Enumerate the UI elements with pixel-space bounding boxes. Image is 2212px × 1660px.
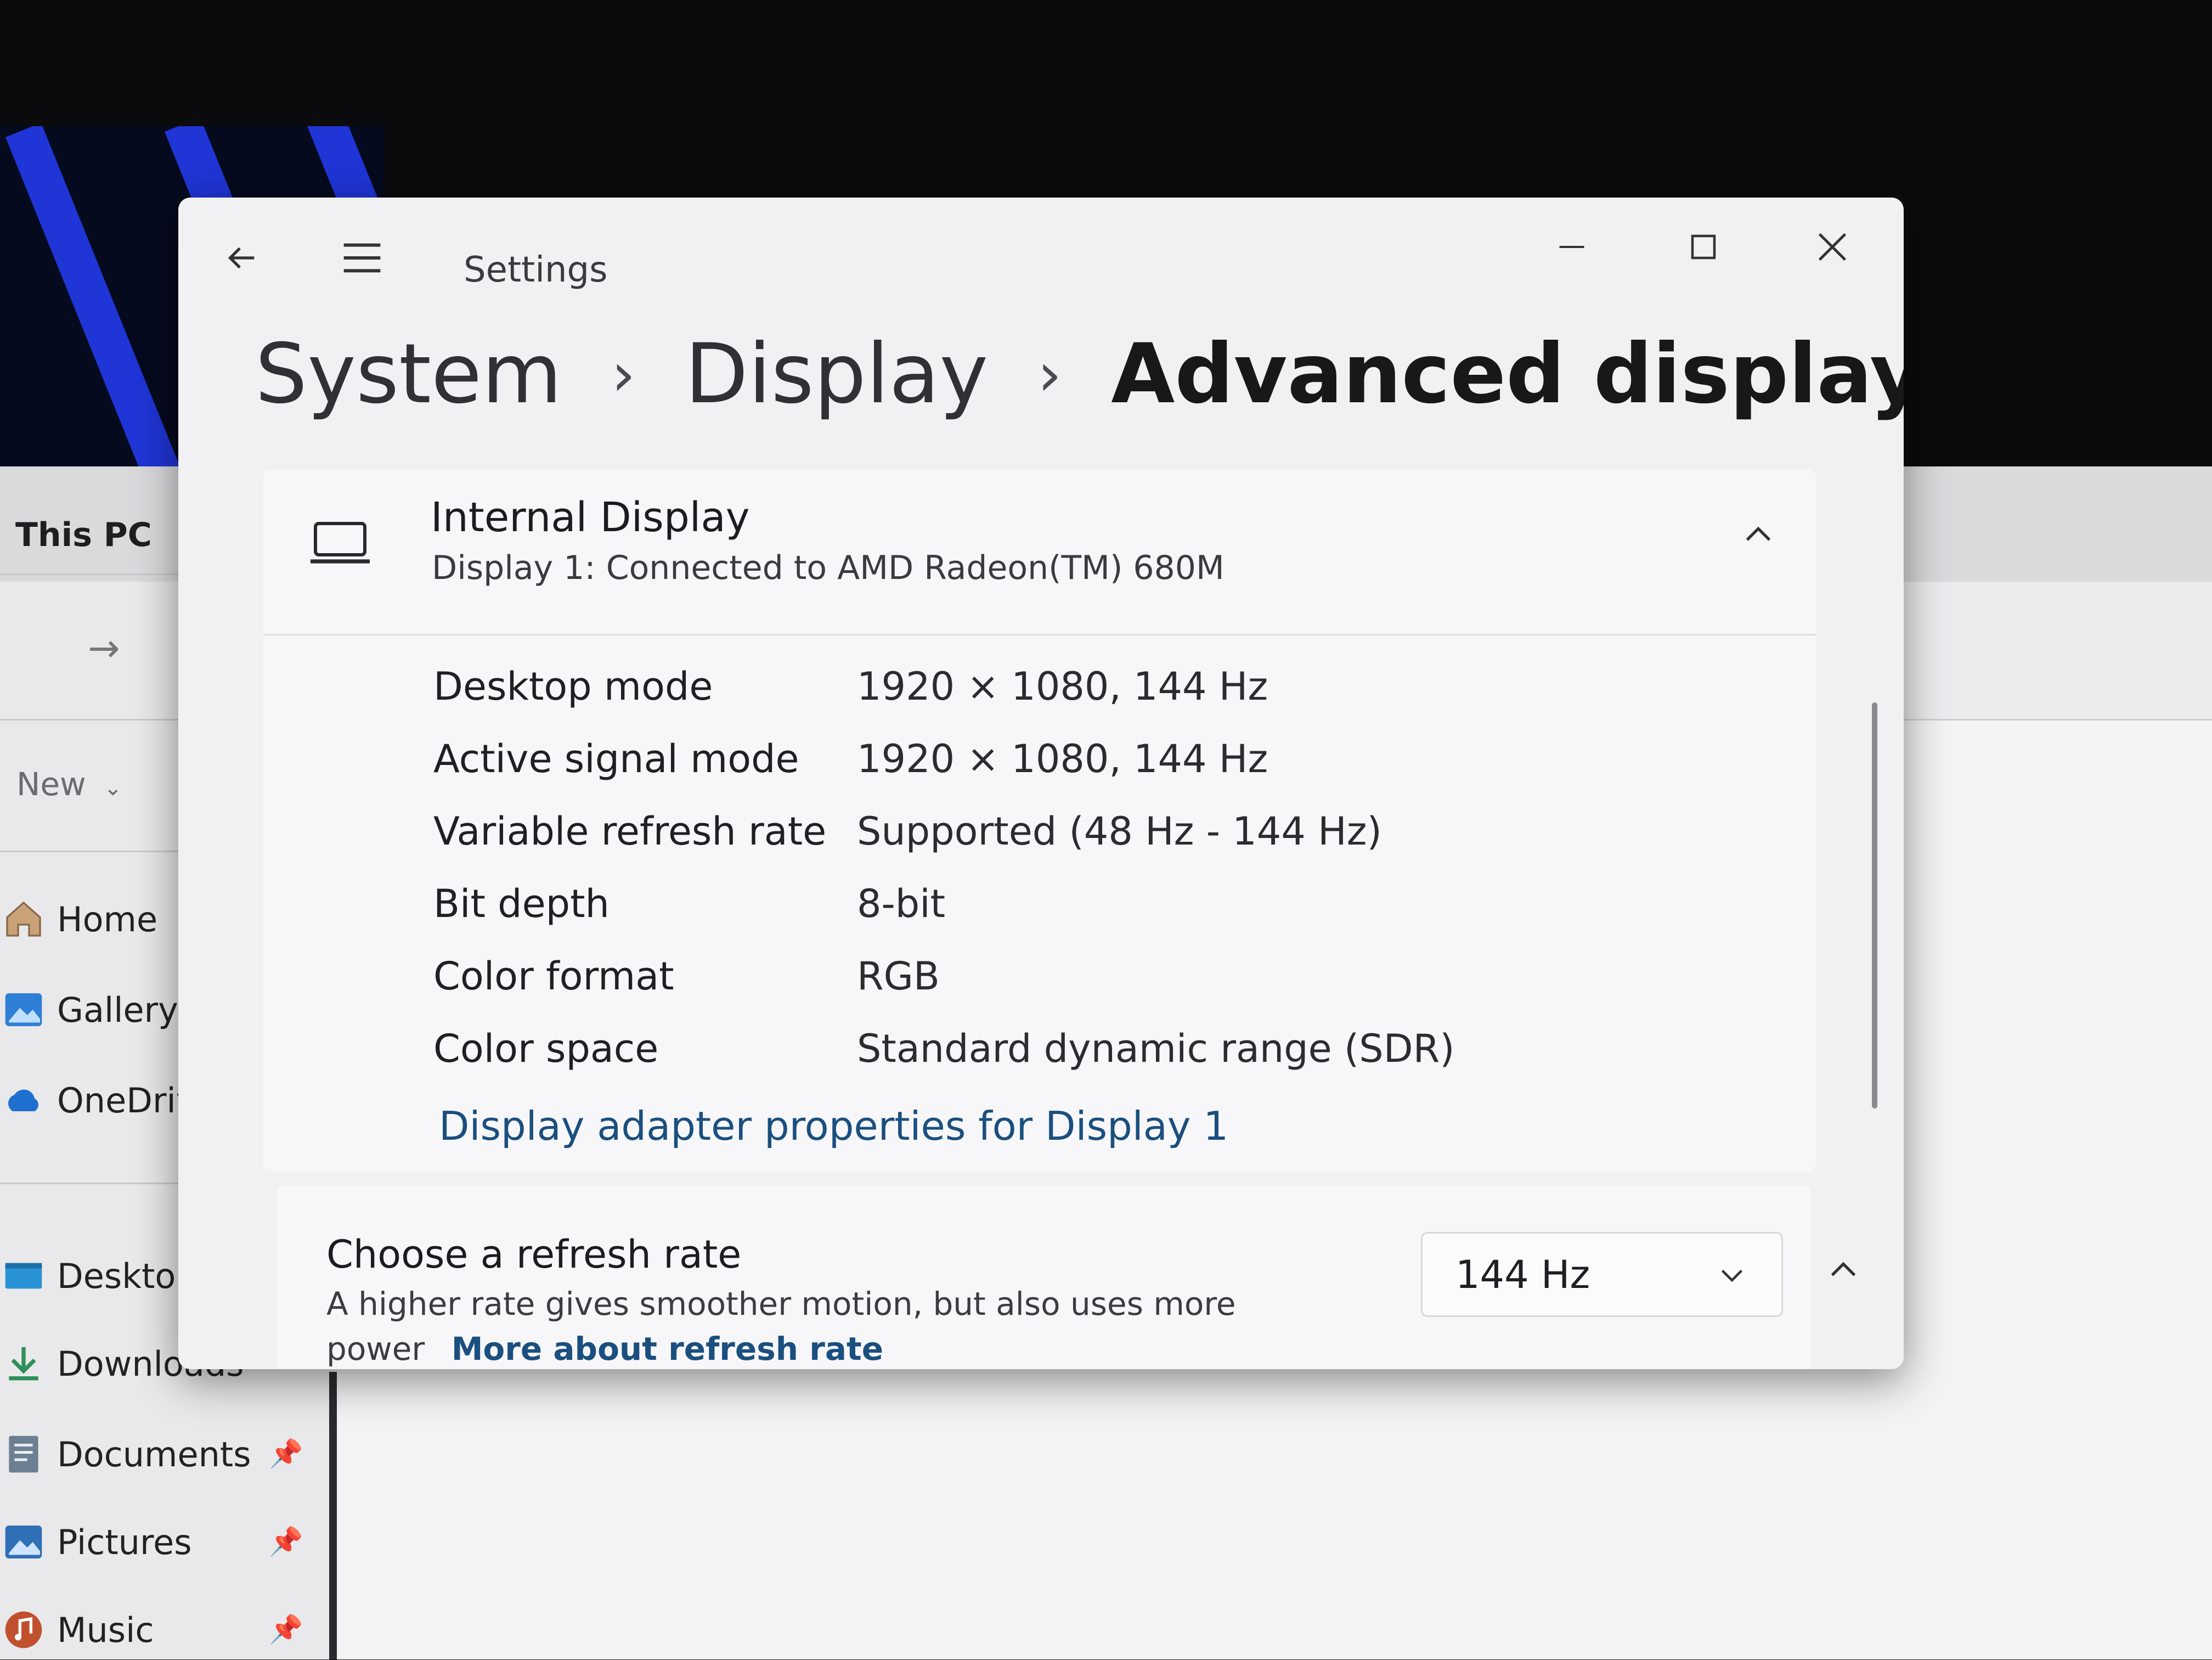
property-label: Active signal mode (433, 736, 799, 781)
property-label: Color space (433, 1026, 659, 1071)
explorer-location: This PC (15, 516, 152, 554)
download-icon (0, 1340, 47, 1387)
page-title: Advanced display (1111, 327, 1904, 422)
property-row: Active signal mode 1920 × 1080, 144 Hz (263, 723, 1816, 795)
nav-item-home[interactable]: Home (0, 889, 157, 949)
chevron-down-icon: ⌄ (103, 775, 122, 801)
refresh-rate-dropdown[interactable]: 144 Hz (1421, 1232, 1783, 1317)
chevron-right-icon: › (1037, 339, 1062, 409)
laptop-icon (311, 522, 370, 564)
settings-window: Settings System › Display › Advanced dis… (178, 198, 1904, 1369)
property-label: Variable refresh rate (433, 809, 827, 854)
property-label: Color format (433, 954, 674, 999)
breadcrumb-display[interactable]: Display (685, 327, 988, 422)
property-label: Bit depth (433, 881, 610, 926)
nav-item-label: Gallery (57, 989, 178, 1030)
close-icon (1818, 233, 1847, 261)
new-button-label: New (16, 766, 86, 803)
titlebar: Settings (178, 198, 1904, 290)
display-name: Internal Display (431, 494, 750, 541)
nav-item-gallery[interactable]: Gallery (0, 980, 178, 1040)
app-title: Settings (464, 250, 608, 290)
new-button[interactable]: New ⌄ (16, 766, 122, 803)
close-button[interactable] (1783, 209, 1882, 285)
property-value: RGB (857, 954, 940, 999)
hamburger-icon (343, 243, 381, 273)
property-value: 8-bit (857, 881, 946, 926)
back-arrow-icon (228, 247, 255, 269)
divider (0, 1183, 198, 1184)
refresh-rate-card: Choose a refresh rate A higher rate give… (277, 1185, 1856, 1369)
nav-item-desktop[interactable]: Desktop (0, 1246, 198, 1306)
property-value: Standard dynamic range (SDR) (857, 1026, 1455, 1071)
menu-button[interactable] (332, 228, 392, 288)
chevron-right-icon: › (611, 339, 636, 409)
refresh-rate-selected: 144 Hz (1455, 1252, 1590, 1297)
documents-icon (0, 1431, 47, 1478)
nav-item-pictures[interactable]: Pictures (0, 1512, 192, 1572)
gallery-icon (0, 986, 47, 1033)
nav-item-label: Pictures (57, 1522, 192, 1562)
pin-icon[interactable]: 📌 (269, 1526, 303, 1558)
property-label: Desktop mode (433, 664, 713, 709)
maximize-icon (1691, 234, 1716, 260)
property-row: Color format RGB (263, 940, 1816, 1012)
display-adapter-properties-link[interactable]: Display adapter properties for Display 1 (439, 1103, 1228, 1149)
property-value: Supported (48 Hz - 144 Hz) (857, 809, 1382, 854)
property-row: Bit depth 8-bit (263, 868, 1816, 940)
divider (0, 573, 198, 575)
explorer-column-header (1898, 582, 2212, 721)
back-button[interactable] (211, 228, 272, 288)
scrollbar[interactable] (1872, 702, 1877, 1108)
maximize-button[interactable] (1654, 209, 1753, 285)
music-icon (0, 1606, 47, 1653)
pin-icon[interactable]: 📌 (269, 1438, 303, 1470)
refresh-rate-description: A higher rate gives smoother motion, but… (326, 1281, 1259, 1369)
nav-item-label: Documents (57, 1434, 251, 1475)
nav-item-label: Music (57, 1610, 154, 1650)
explorer-splitter[interactable] (329, 1372, 337, 1659)
pictures-icon (0, 1518, 47, 1566)
more-about-refresh-rate-link[interactable]: More about refresh rate (452, 1330, 883, 1368)
breadcrumb-system[interactable]: System (255, 327, 562, 422)
chevron-down-icon (1721, 1269, 1743, 1282)
nav-item-music[interactable]: Music (0, 1600, 154, 1660)
chevron-up-icon[interactable] (1824, 1251, 1863, 1290)
property-row: Color space Standard dynamic range (SDR) (263, 1012, 1816, 1085)
property-row: Desktop mode 1920 × 1080, 144 Hz (263, 650, 1816, 723)
nav-item-label: Home (57, 899, 158, 939)
desktop-folder-icon (0, 1252, 47, 1299)
property-row: Variable refresh rate Supported (48 Hz -… (263, 795, 1816, 868)
nav-item-documents[interactable]: Documents (0, 1424, 251, 1484)
nav-item-label: Desktop (57, 1256, 198, 1296)
home-icon (0, 896, 47, 943)
display-card-header[interactable]: Internal Display Display 1: Connected to… (263, 469, 1816, 635)
minimize-icon (1559, 246, 1584, 248)
display-connection: Display 1: Connected to AMD Radeon(TM) 6… (432, 549, 1224, 587)
onedrive-icon (0, 1077, 47, 1124)
display-info-card: Internal Display Display 1: Connected to… (263, 469, 1816, 1172)
pin-icon[interactable]: 📌 (269, 1613, 303, 1646)
refresh-rate-title: Choose a refresh rate (326, 1232, 742, 1277)
breadcrumb: System › Display › Advanced display (255, 327, 1904, 422)
chevron-up-icon[interactable] (1739, 516, 1778, 554)
minimize-button[interactable] (1522, 209, 1621, 285)
divider (0, 719, 198, 721)
property-value: 1920 × 1080, 144 Hz (857, 664, 1268, 709)
property-value: 1920 × 1080, 144 Hz (857, 736, 1268, 781)
forward-arrow-icon[interactable]: → (88, 626, 120, 671)
divider (0, 851, 198, 852)
